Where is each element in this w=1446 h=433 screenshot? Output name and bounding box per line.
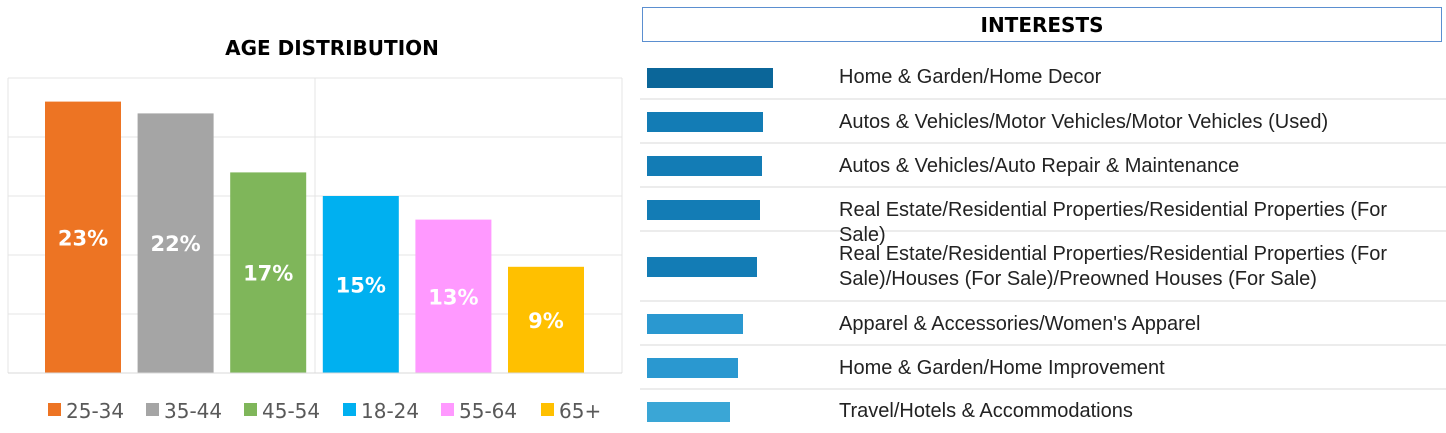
bar-value-label: 22% bbox=[150, 232, 200, 256]
bar-value-label: 23% bbox=[58, 226, 108, 250]
bar-value-label: 13% bbox=[428, 285, 478, 309]
interest-label: Autos & Vehicles/Motor Vehicles/Motor Ve… bbox=[839, 111, 1329, 133]
legend-item-25-34: 25-34 bbox=[48, 399, 124, 423]
interest-row: Apparel & Accessories/Women's Apparel bbox=[640, 302, 1446, 346]
legend-item-55-64: 55-64 bbox=[441, 399, 517, 423]
interest-row: Real Estate/Residential Properties/Resid… bbox=[640, 232, 1446, 302]
legend-swatch bbox=[244, 403, 257, 416]
bar-value-label: 17% bbox=[243, 262, 293, 286]
legend-label: 18-24 bbox=[361, 399, 419, 423]
age-plot-area: 23% 22% 17% 15% 13% 9% bbox=[7, 77, 623, 374]
legend-item-45-54: 45-54 bbox=[244, 399, 320, 423]
legend-swatch bbox=[343, 403, 356, 416]
age-distribution-chart: AGE DISTRIBUTION 23% 22% 17% 15% 13% 9% 25-34… bbox=[7, 36, 623, 423]
interest-label: Autos & Vehicles/Auto Repair & Maintenan… bbox=[839, 155, 1240, 177]
legend-label: 35-44 bbox=[164, 399, 222, 423]
interest-bar bbox=[647, 68, 773, 88]
interest-label: Apparel & Accessories/Women's Apparel bbox=[839, 313, 1201, 335]
interest-row: Home & Garden/Home Improvement bbox=[640, 346, 1446, 390]
interests-title: INTERESTS bbox=[642, 7, 1442, 42]
interest-bar bbox=[647, 156, 762, 176]
legend-swatch bbox=[146, 403, 159, 416]
interest-row: Travel/Hotels & Accommodations bbox=[640, 390, 1446, 433]
legend-item-18-24: 18-24 bbox=[343, 399, 419, 423]
legend-swatch bbox=[541, 403, 554, 416]
bar-value-label: 15% bbox=[336, 274, 386, 298]
legend-label: 45-54 bbox=[262, 399, 320, 423]
interest-row: Autos & Vehicles/Motor Vehicles/Motor Ve… bbox=[640, 100, 1446, 144]
interest-label: Home & Garden/Home Improvement bbox=[839, 357, 1165, 379]
interest-label: Home & Garden/Home Decor bbox=[839, 66, 1102, 88]
interest-bar bbox=[647, 314, 743, 334]
interest-bar bbox=[647, 112, 763, 132]
interest-bar bbox=[647, 200, 760, 220]
legend-swatch bbox=[48, 403, 61, 416]
interest-row: Autos & Vehicles/Auto Repair & Maintenan… bbox=[640, 144, 1446, 188]
interest-label: Real Estate/Residential Properties/Resid… bbox=[839, 243, 1388, 290]
legend-item-65+: 65+ bbox=[541, 399, 601, 423]
interest-bar bbox=[647, 257, 757, 277]
interest-bar bbox=[647, 402, 730, 422]
interest-label: Travel/Hotels & Accommodations bbox=[839, 400, 1133, 422]
interest-row: Home & Garden/Home Decor bbox=[640, 55, 1446, 100]
legend-label: 25-34 bbox=[66, 399, 124, 423]
legend-item-35-44: 35-44 bbox=[146, 399, 222, 423]
bar-value-label: 9% bbox=[528, 309, 564, 333]
interest-row: Real Estate/Residential Properties/Resid… bbox=[640, 188, 1446, 246]
legend-label: 65+ bbox=[559, 399, 601, 423]
interests-panel: INTERESTS Home & Garden/Home Decor Autos … bbox=[640, 0, 1446, 433]
legend-label: 55-64 bbox=[459, 399, 517, 423]
legend-swatch bbox=[441, 403, 454, 416]
age-legend: 25-34 35-44 45-54 18-24 55-64 65+ bbox=[48, 399, 601, 423]
interest-bar bbox=[647, 358, 738, 378]
age-chart-title: AGE DISTRIBUTION bbox=[225, 36, 439, 60]
